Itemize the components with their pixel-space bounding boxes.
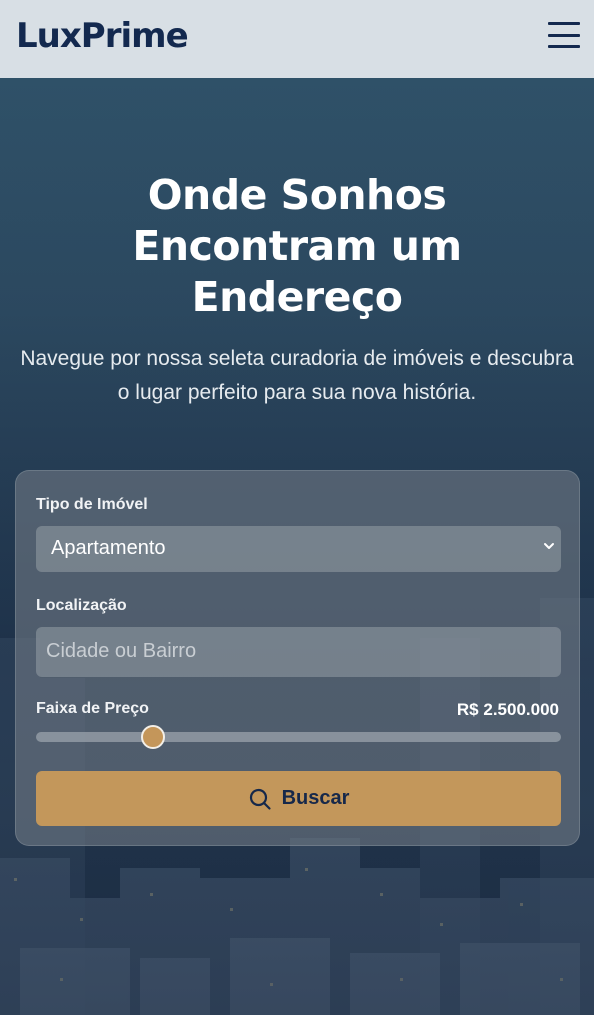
- property-search-form: Tipo de Imóvel Apartamento Localização C…: [15, 470, 580, 846]
- location-input[interactable]: Cidade ou Bairro: [36, 627, 561, 677]
- price-slider-thumb[interactable]: [141, 725, 166, 749]
- search-icon: [249, 788, 271, 810]
- price-range-value: R$ 2.500.000: [456, 700, 559, 719]
- search-button[interactable]: Buscar: [36, 771, 561, 826]
- hero-title: Onde Sonhos Encontram um Endereço: [132, 171, 462, 321]
- hero-section: Onde Sonhos Encontram um Endereço Navegu…: [0, 78, 594, 1015]
- price-range-label: Faixa de Preço: [36, 700, 149, 717]
- location-placeholder: Cidade ou Bairro: [46, 640, 197, 662]
- price-range-slider[interactable]: [36, 725, 561, 749]
- hamburger-menu-icon[interactable]: [548, 22, 580, 48]
- chevron-down-icon: [544, 543, 554, 549]
- hero-subtitle: Navegue por nossa seleta curadoria de im…: [20, 347, 574, 404]
- search-button-label: Buscar: [281, 787, 350, 809]
- location-label: Localização: [36, 597, 127, 614]
- property-type-value: Apartamento: [51, 537, 166, 559]
- logo[interactable]: LuxPrime: [16, 14, 189, 58]
- property-type-select[interactable]: Apartamento: [36, 526, 561, 572]
- site-header: LuxPrime: [0, 0, 594, 78]
- property-type-label: Tipo de Imóvel: [36, 496, 148, 513]
